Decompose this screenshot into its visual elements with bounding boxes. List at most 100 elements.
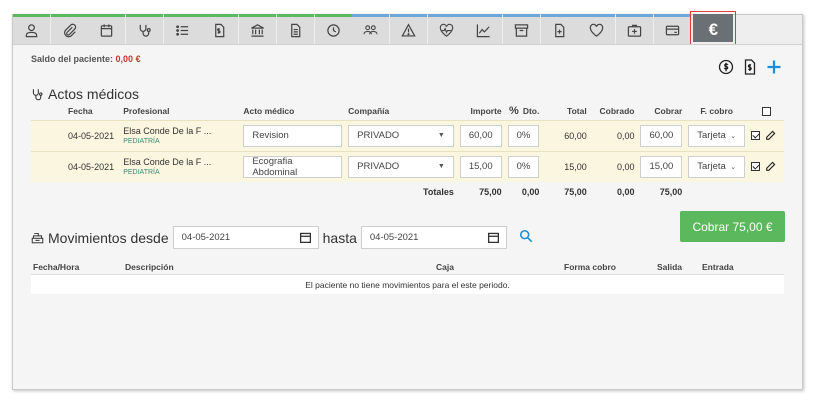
actos-header-row: Fecha Profesional Acto médico Compañía I…: [31, 102, 784, 120]
tab-history[interactable]: [314, 14, 352, 44]
balance-label: Saldo del paciente:: [31, 54, 114, 64]
invoice-icon[interactable]: [742, 59, 758, 75]
heart-icon: [590, 23, 604, 37]
tab-family[interactable]: [352, 14, 390, 44]
tab-patient[interactable]: [13, 14, 50, 44]
pencil-icon[interactable]: [765, 161, 776, 172]
group-icon: [363, 25, 378, 35]
compania-select[interactable]: PRIVADO ▼: [348, 124, 454, 147]
col-select-all: [748, 102, 784, 120]
compania-select[interactable]: PRIVADO ▼: [348, 155, 454, 178]
tab-calendar[interactable]: [88, 14, 126, 44]
patient-balance: Saldo del paciente: 0,00 €: [31, 54, 141, 64]
row-profesional: Elsa Conde De la F ... PEDIATRÍA: [120, 119, 241, 151]
movimientos-header: Fecha/Hora Descripción Caja Forma cobro …: [31, 259, 784, 275]
col-fcobro: F. cobro: [700, 105, 733, 116]
desde-date-input[interactable]: 04-05-2021: [172, 226, 319, 249]
caret-down-icon: ▼: [437, 132, 445, 139]
tab-first-aid[interactable]: [616, 14, 653, 44]
tab-medical[interactable]: [126, 14, 164, 44]
tab-invoices[interactable]: [201, 14, 239, 44]
tab-documents[interactable]: [276, 14, 314, 44]
action-icons: [718, 59, 782, 75]
col-fecha: Fecha: [68, 105, 93, 116]
col-fecha-hora: Fecha/Hora: [33, 262, 80, 272]
col-forma-cobro: Forma cobro: [564, 262, 616, 272]
fcobro-value: Tarjeta: [697, 130, 726, 141]
tab-list[interactable]: [163, 14, 201, 44]
balance-amount: 0,00 €: [115, 54, 141, 64]
chart-line-icon: [477, 24, 490, 38]
tab-archive[interactable]: [502, 14, 540, 44]
tab-billing[interactable]: €: [690, 11, 737, 45]
tab-favorites[interactable]: [578, 14, 616, 44]
row-cobrado: 0,00: [589, 119, 638, 151]
acto-input[interactable]: Ecografia Abdominal: [243, 155, 343, 178]
actos-table: Fecha Profesional Acto médico Compañía I…: [31, 102, 784, 202]
caret-down-icon: ▼: [437, 163, 445, 171]
col-compania: Compañía: [348, 105, 390, 116]
tab-alerts[interactable]: [389, 14, 427, 44]
compania-value: PRIVADO: [357, 161, 400, 173]
calendar-icon[interactable]: [299, 231, 312, 244]
tab-bank[interactable]: [239, 14, 277, 44]
stethoscope-icon: [139, 24, 151, 37]
movimientos-title: Movimientos desde: [48, 229, 169, 246]
col-importe: Importe: [470, 105, 502, 116]
totals-row: Totales 75,00 0,00 75,00 0,00 75,00: [31, 182, 784, 202]
fcobro-select[interactable]: Tarjeta ⌄: [688, 155, 746, 178]
acto-input[interactable]: Revision: [243, 124, 343, 147]
importe-input[interactable]: 15,00: [459, 155, 502, 178]
hasta-date-input[interactable]: 04-05-2021: [360, 226, 507, 249]
medkit-icon: [627, 24, 642, 37]
dollar-circle-icon[interactable]: [718, 59, 734, 75]
compania-value: PRIVADO: [357, 130, 400, 141]
tab-cards[interactable]: [653, 14, 691, 44]
col-entrada: Entrada: [702, 262, 734, 272]
cobrar-input[interactable]: 60,00: [640, 124, 683, 147]
hasta-label: hasta: [322, 229, 357, 246]
billing-panel: Saldo del paciente: 0,00 € Actos médicos…: [13, 44, 802, 389]
search-button[interactable]: [519, 229, 533, 246]
desde-value: 04-05-2021: [181, 232, 231, 243]
dto-input[interactable]: 0%: [507, 124, 540, 147]
totals-importe: 75,00: [479, 187, 502, 197]
heart-pulse-icon: [439, 23, 453, 37]
row-checkbox[interactable]: [751, 131, 761, 141]
fcobro-select[interactable]: Tarjeta ⌄: [688, 124, 746, 147]
paperclip-icon: [63, 23, 76, 38]
list-icon: [175, 25, 188, 36]
pencil-icon[interactable]: [765, 130, 776, 141]
table-row: 04-05-2021 Elsa Conde De la F ... PEDIAT…: [31, 119, 784, 151]
percent-icon: %: [509, 104, 519, 117]
row-checkbox[interactable]: [751, 162, 761, 172]
col-cobrar: Cobrar: [654, 105, 683, 116]
select-all-checkbox[interactable]: [761, 106, 771, 116]
col-total: Total: [567, 105, 587, 116]
totals-total: 75,00: [564, 187, 587, 197]
cobrar-button[interactable]: Cobrar 75,00 €: [680, 211, 785, 242]
warning-icon: [401, 23, 416, 37]
fcobro-value: Tarjeta: [697, 161, 726, 173]
profesional-name: Elsa Conde De la F ...: [123, 126, 212, 136]
row-cobrado: 0,00: [589, 150, 638, 182]
cobrar-input[interactable]: 15,00: [640, 155, 683, 178]
dto-input[interactable]: 0%: [507, 155, 540, 178]
row-fecha: 04-05-2021: [65, 119, 121, 151]
tab-attachments[interactable]: [50, 14, 88, 44]
col-dto-label: Dto.: [522, 105, 540, 116]
profesional-name: Elsa Conde De la F ...: [123, 157, 212, 168]
actos-title-text: Actos médicos: [48, 86, 140, 102]
archive-icon: [514, 24, 529, 37]
tab-reports[interactable]: [540, 14, 578, 44]
calendar-icon[interactable]: [487, 231, 500, 244]
col-profesional: Profesional: [123, 105, 170, 116]
totals-cobrado: 0,00: [616, 187, 635, 197]
add-icon[interactable]: [766, 59, 782, 75]
tab-stats[interactable]: [465, 14, 503, 44]
tab-vitals[interactable]: [427, 14, 465, 44]
hasta-value: 04-05-2021: [369, 232, 419, 243]
row-total: 60,00: [542, 119, 590, 151]
col-dto: % Dto.: [505, 102, 543, 120]
importe-input[interactable]: 60,00: [459, 124, 502, 147]
